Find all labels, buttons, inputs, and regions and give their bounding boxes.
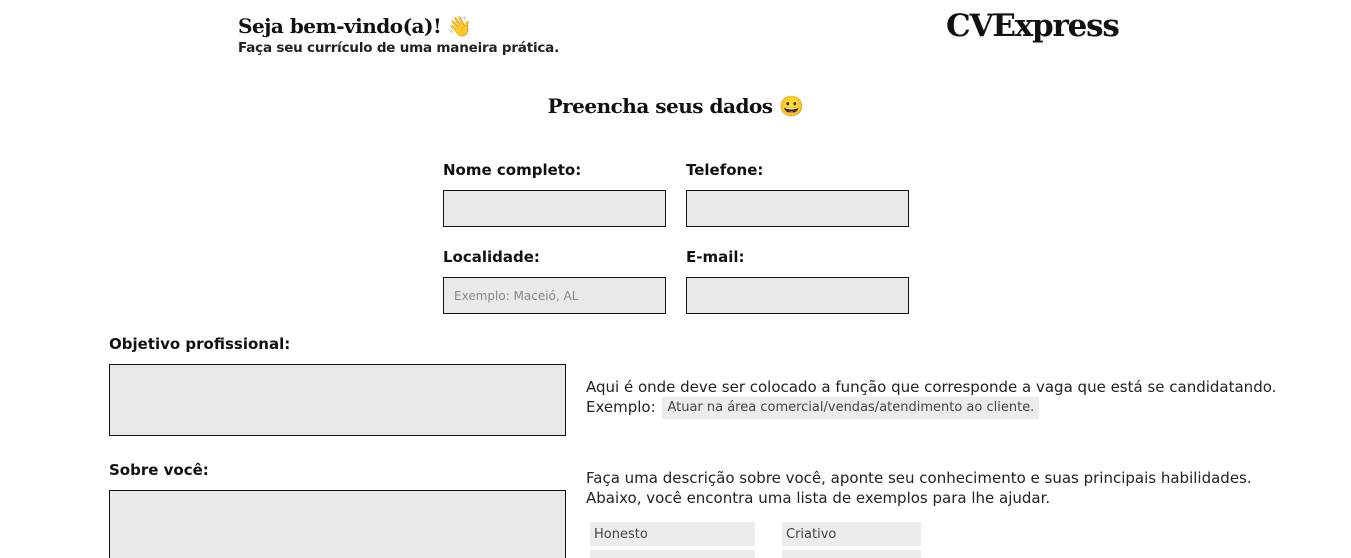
welcome-subtitle: Faça seu currículo de uma maneira prátic… [238,40,560,56]
about-help-text-2: Abaixo, você encontra uma lista de exemp… [586,489,1051,507]
objective-label: Objetivo profissional: [109,335,291,353]
about-label: Sobre você: [109,461,209,479]
about-help: Faça uma descrição sobre você, aponte se… [586,468,1326,508]
trait-chip-honesto: Honesto [590,522,755,546]
objective-example-chip: Atuar na área comercial/vendas/atendimen… [662,397,1040,419]
about-help-text-1: Faça uma descrição sobre você, aponte se… [586,469,1252,487]
objective-textarea[interactable] [109,364,566,436]
trait-chip-partial [590,550,755,558]
email-label: E-mail: [686,248,745,266]
location-label: Localidade: [443,248,540,266]
form-title: Preencha seus dados 😀 [0,94,1351,118]
trait-chip-partial [782,550,921,558]
email-input[interactable] [686,277,909,314]
trait-chip-criativo: Criativo [782,522,921,546]
smiling-face-icon: 😀 [779,94,804,118]
welcome-block: Seja bem-vindo(a)! 👋 Faça seu currículo … [238,14,559,56]
phone-input[interactable] [686,190,909,227]
about-textarea[interactable] [109,490,566,558]
name-input[interactable] [443,190,666,227]
location-input[interactable]: Exemplo: Maceió, AL [443,277,666,314]
objective-help-text: Aqui é onde deve ser colocado a função q… [586,378,1277,396]
welcome-title: Seja bem-vindo(a)! 👋 [238,14,559,38]
phone-label: Telefone: [686,161,764,179]
form-title-text: Preencha seus dados [547,94,773,118]
objective-help: Aqui é onde deve ser colocado a função q… [586,377,1326,419]
logo: CVExpress [946,8,1120,44]
waving-hand-icon: 👋 [447,14,472,38]
welcome-title-text: Seja bem-vindo(a)! [238,14,442,38]
location-placeholder: Exemplo: Maceió, AL [454,288,579,303]
objective-example-line: Exemplo: Atuar na área comercial/vendas/… [586,397,1326,419]
name-label: Nome completo: [443,161,582,179]
objective-example-label: Exemplo: [586,398,656,416]
